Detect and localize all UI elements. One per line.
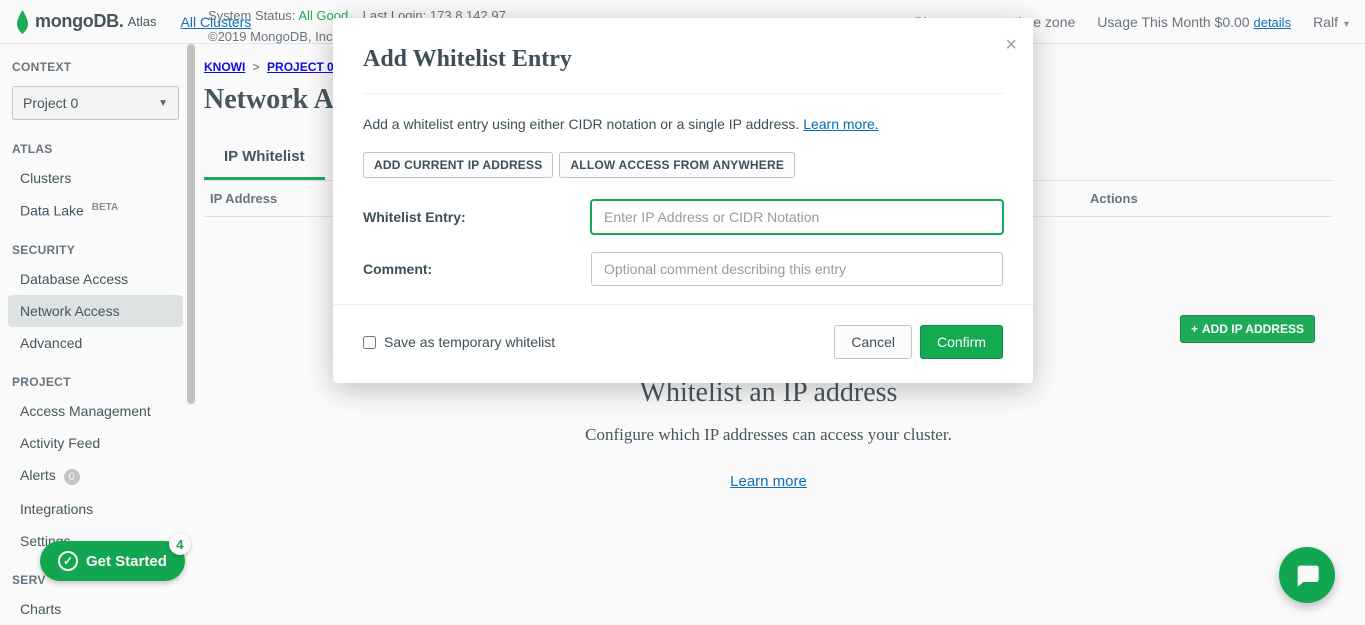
comment-label: Comment: bbox=[363, 261, 591, 277]
allow-anywhere-button[interactable]: ALLOW ACCESS FROM ANYWHERE bbox=[559, 152, 795, 178]
temp-whitelist-label[interactable]: Save as temporary whitelist bbox=[363, 334, 555, 350]
modal-title: Add Whitelist Entry bbox=[363, 46, 1003, 94]
add-current-ip-button[interactable]: ADD CURRENT IP ADDRESS bbox=[363, 152, 553, 178]
temp-whitelist-checkbox[interactable] bbox=[363, 336, 376, 349]
close-icon[interactable]: × bbox=[1005, 34, 1017, 57]
whitelist-entry-input[interactable] bbox=[591, 200, 1003, 234]
confirm-button[interactable]: Confirm bbox=[920, 325, 1003, 359]
modal-learn-more-link[interactable]: Learn more. bbox=[803, 116, 878, 132]
add-whitelist-modal: × Add Whitelist Entry Add a whitelist en… bbox=[333, 18, 1033, 383]
whitelist-entry-label: Whitelist Entry: bbox=[363, 209, 591, 225]
modal-description: Add a whitelist entry using either CIDR … bbox=[363, 116, 1003, 132]
comment-input[interactable] bbox=[591, 252, 1003, 286]
cancel-button[interactable]: Cancel bbox=[834, 325, 912, 359]
